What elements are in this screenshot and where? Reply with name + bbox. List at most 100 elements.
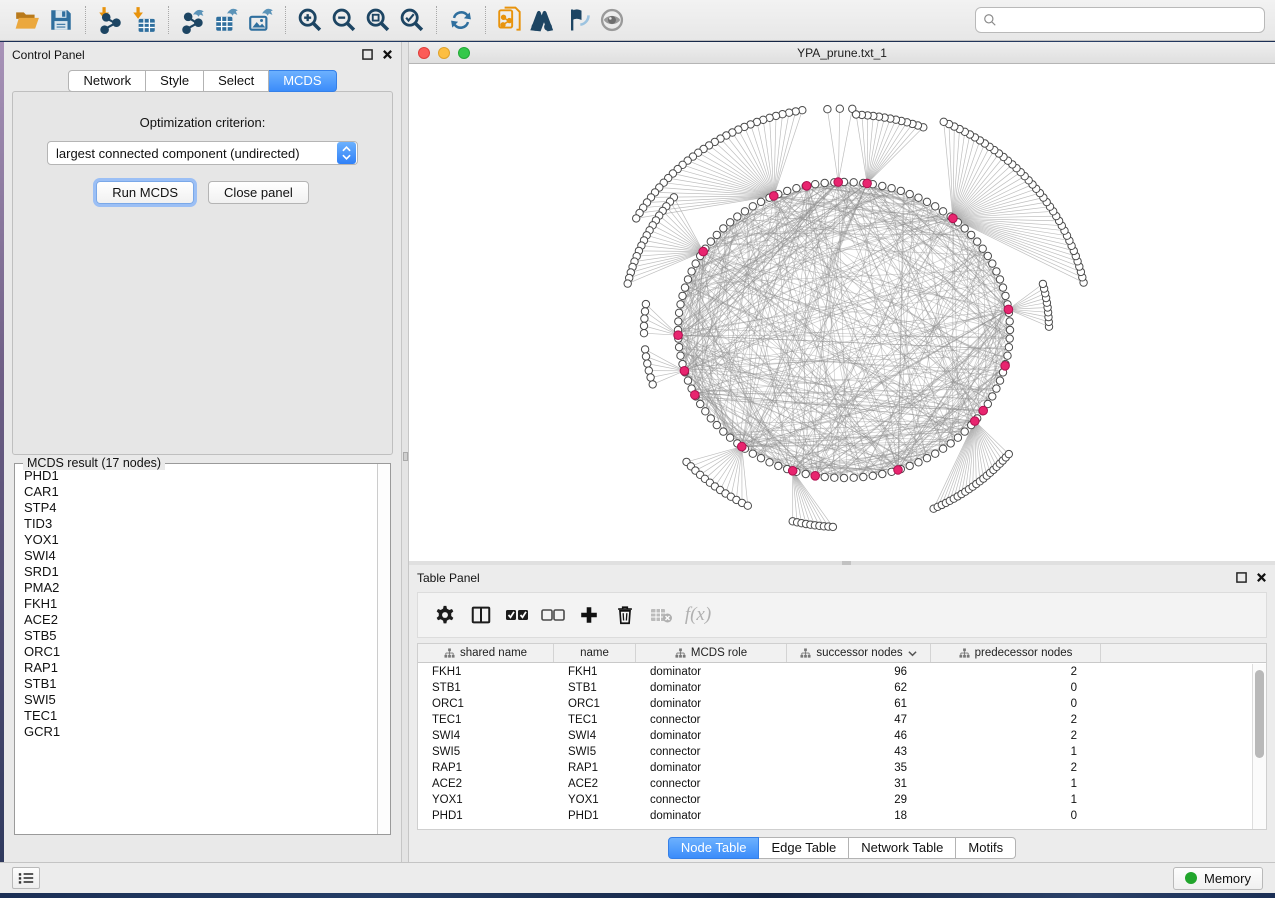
cell-shared-name[interactable]: SWI5 [418,746,554,758]
ring-node[interactable] [961,225,968,232]
ring-node[interactable] [675,309,682,316]
gear-icon[interactable] [430,600,460,630]
cell-predecessor-nodes[interactable]: 0 [931,698,1101,710]
mcds-result-item[interactable]: TID3 [19,516,376,532]
ring-node[interactable] [840,474,847,481]
ring-node[interactable] [802,470,809,477]
ring-node[interactable] [677,352,684,359]
mcds-result-item[interactable]: RAP1 [19,660,376,676]
mcds-node[interactable] [834,178,843,187]
cell-MCDS-role[interactable]: dominator [636,762,787,774]
leaf-node[interactable] [647,374,654,381]
leaf-node[interactable] [1005,450,1012,457]
ring-node[interactable] [757,455,764,462]
mcds-result-item[interactable]: YOX1 [19,532,376,548]
cell-predecessor-nodes[interactable]: 1 [931,778,1101,790]
cell-predecessor-nodes[interactable]: 0 [931,682,1101,694]
mcds-node[interactable] [1001,362,1010,371]
cell-MCDS-role[interactable]: connector [636,746,787,758]
mcds-result-item[interactable]: STB5 [19,628,376,644]
cell-successor-nodes[interactable]: 47 [787,714,931,726]
ring-node[interactable] [692,260,699,267]
ring-node[interactable] [713,421,720,428]
ring-node[interactable] [915,194,922,201]
ring-node[interactable] [993,385,1000,392]
column-header-MCDS-role[interactable]: MCDS role [636,644,787,662]
leaf-node[interactable] [641,315,648,322]
cell-shared-name[interactable]: YOX1 [418,794,554,806]
ring-node[interactable] [720,225,727,232]
mcds-node[interactable] [770,192,779,201]
leaf-node[interactable] [640,322,647,329]
ring-node[interactable] [879,182,886,189]
mcds-result-item[interactable]: SWI5 [19,692,376,708]
mcds-list-scrollbar[interactable] [377,464,390,834]
cell-name[interactable]: FKH1 [554,666,636,678]
table-row[interactable]: SWI4SWI4dominator462 [418,728,1252,744]
ring-node[interactable] [897,187,904,194]
cell-predecessor-nodes[interactable]: 1 [931,746,1101,758]
ring-node[interactable] [677,301,684,308]
cell-MCDS-role[interactable]: dominator [636,666,787,678]
mcds-result-item[interactable]: PMA2 [19,580,376,596]
ring-node[interactable] [675,318,682,325]
mcds-result-item[interactable]: CAR1 [19,484,376,500]
column-header-successor-nodes[interactable]: successor nodes [787,644,931,662]
cell-shared-name[interactable]: FKH1 [418,666,554,678]
ring-node[interactable] [749,450,756,457]
leaf-node[interactable] [641,308,648,315]
ring-node[interactable] [726,219,733,226]
ring-node[interactable] [766,459,773,466]
ring-node[interactable] [688,268,695,275]
column-view-icon[interactable] [466,600,496,630]
minimize-window-icon[interactable] [438,47,450,59]
ring-node[interactable] [720,428,727,435]
add-column-icon[interactable] [574,600,604,630]
leaf-node[interactable] [1039,280,1046,287]
cell-successor-nodes[interactable]: 29 [787,794,931,806]
tab-mcds[interactable]: MCDS [269,70,336,92]
close-panel-icon[interactable] [1255,572,1267,584]
cell-name[interactable]: ACE2 [554,778,636,790]
import-network-icon[interactable] [93,5,127,35]
ring-node[interactable] [757,198,764,205]
ring-node[interactable] [684,276,691,283]
mcds-node[interactable] [971,417,980,426]
cell-successor-nodes[interactable]: 61 [787,698,931,710]
mcds-result-item[interactable]: FKH1 [19,596,376,612]
cell-predecessor-nodes[interactable]: 2 [931,666,1101,678]
ring-node[interactable] [1006,318,1013,325]
cell-predecessor-nodes[interactable]: 2 [931,762,1101,774]
network-view[interactable] [409,64,1275,561]
cell-predecessor-nodes[interactable]: 2 [931,714,1101,726]
leaf-node[interactable] [829,523,836,530]
node-table[interactable]: shared namenameMCDS rolesuccessor nodesp… [417,643,1267,830]
float-panel-icon[interactable] [361,49,373,61]
delete-column-icon[interactable] [610,600,640,630]
ring-node[interactable] [939,208,946,215]
ring-node[interactable] [702,408,709,415]
mcds-node[interactable] [738,442,747,451]
cell-predecessor-nodes[interactable]: 1 [931,794,1101,806]
close-window-icon[interactable] [418,47,430,59]
ring-node[interactable] [939,445,946,452]
leaf-node[interactable] [642,353,649,360]
ring-node[interactable] [675,344,682,351]
leaf-node[interactable] [744,502,751,509]
ring-node[interactable] [996,276,1003,283]
mcds-node[interactable] [680,367,689,376]
mcds-node[interactable] [802,182,811,191]
mcds-node[interactable] [949,214,958,223]
ring-node[interactable] [1002,292,1009,299]
ring-node[interactable] [707,238,714,245]
ring-node[interactable] [831,474,838,481]
column-header-predecessor-nodes[interactable]: predecessor nodes [931,644,1101,662]
ring-node[interactable] [906,462,913,469]
ring-node[interactable] [932,203,939,210]
ring-node[interactable] [681,284,688,291]
table-row[interactable]: YOX1YOX1connector291 [418,792,1252,808]
leaf-node[interactable] [640,330,647,337]
ring-node[interactable] [984,252,991,259]
ring-node[interactable] [968,231,975,238]
splitter-grip[interactable] [403,452,408,461]
